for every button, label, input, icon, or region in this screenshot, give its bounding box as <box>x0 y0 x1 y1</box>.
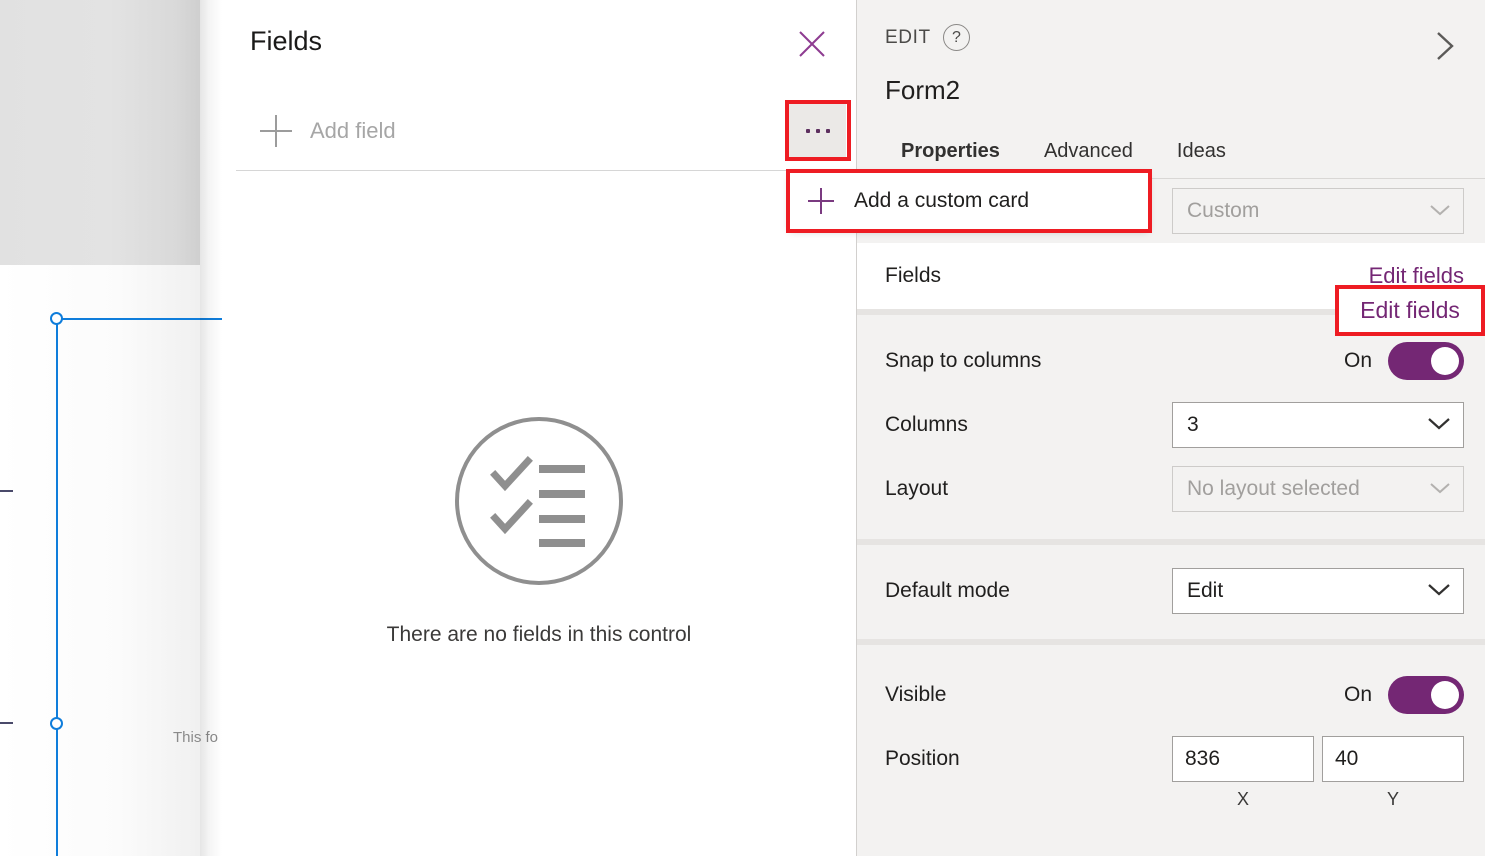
default-mode-dropdown[interactable]: Edit <box>1172 568 1464 614</box>
empty-state-message: There are no fields in this control <box>386 623 692 646</box>
ellipsis-icon <box>805 128 830 133</box>
add-field-button[interactable]: Add field <box>236 104 796 158</box>
close-icon[interactable] <box>790 22 834 66</box>
ruler-tick <box>0 490 13 492</box>
position-axis-labels: X Y <box>857 787 1485 810</box>
properties-panel: EDIT ? Form2 Properties Advanced Ideas D… <box>856 0 1485 856</box>
layout-label: Layout <box>885 477 949 500</box>
tab-properties[interactable]: Properties <box>879 140 1022 173</box>
fields-panel-title: Fields <box>250 26 323 56</box>
row-visible: Visible On <box>857 659 1485 731</box>
visible-state: On <box>1343 683 1372 706</box>
data-source-dropdown[interactable]: Custom <box>1172 188 1464 234</box>
tab-ideas[interactable]: Ideas <box>1155 140 1248 173</box>
row-snap-to-columns: Snap to columns On <box>857 329 1485 393</box>
columns-label: Columns <box>885 413 968 436</box>
fields-panel: Fields Add field There are no fields in … <box>222 0 1036 856</box>
row-default-mode: Default mode Edit <box>857 559 1485 623</box>
visible-label: Visible <box>885 683 947 706</box>
question-mark-icon[interactable]: ? <box>943 24 970 51</box>
position-x-axis-label: X <box>1236 789 1249 809</box>
snap-to-columns-toggle[interactable] <box>1388 342 1464 380</box>
position-x-input[interactable]: 836 <box>1172 736 1314 782</box>
canvas-surface <box>0 265 200 856</box>
app-root: This fo Fields Add field There are no fi… <box>0 0 1485 856</box>
position-y-axis-label: Y <box>1386 789 1399 809</box>
fields-label: Fields <box>885 264 942 287</box>
columns-dropdown[interactable]: 3 <box>1172 402 1464 448</box>
plus-icon <box>808 188 834 214</box>
plus-icon <box>260 114 294 148</box>
selection-outline-top <box>56 318 222 320</box>
data-source-value: Custom <box>1187 199 1260 222</box>
selection-outline-left <box>56 318 58 856</box>
page-title: Form2 <box>885 75 961 105</box>
checklist-circle-icon <box>455 417 623 585</box>
selection-handle-top-left[interactable] <box>50 312 63 325</box>
fields-empty-state: There are no fields in this control <box>222 415 856 647</box>
layout-dropdown[interactable]: No layout selected <box>1172 466 1464 512</box>
position-y-input[interactable]: 40 <box>1322 736 1464 782</box>
properties-panel-header: EDIT ? Form2 <box>857 0 1485 140</box>
columns-value: 3 <box>1187 413 1199 436</box>
section-columns: Snap to columns On Columns 3 Layout No l… <box>857 315 1485 545</box>
add-custom-card-menu: Add a custom card <box>790 173 1148 229</box>
row-position: Position 836 40 <box>857 731 1485 787</box>
position-y-value: 40 <box>1335 747 1359 770</box>
chevron-right-icon[interactable] <box>1423 24 1467 68</box>
selection-handle-middle-left[interactable] <box>50 717 63 730</box>
chevron-down-icon <box>1427 413 1451 437</box>
layout-value: No layout selected <box>1187 477 1360 500</box>
visible-toggle[interactable] <box>1388 676 1464 714</box>
section-mode: Default mode Edit <box>857 545 1485 645</box>
chevron-down-icon <box>1429 199 1451 223</box>
tab-advanced[interactable]: Advanced <box>1022 140 1155 173</box>
section-appearance: Visible On Position 836 40 X Y <box>857 645 1485 810</box>
ruler-tick <box>0 722 13 724</box>
help-glyph: ? <box>952 28 961 46</box>
default-mode-label: Default mode <box>885 579 1010 602</box>
row-layout: Layout No layout selected <box>857 457 1485 521</box>
toggle-knob <box>1431 681 1459 709</box>
row-columns: Columns 3 <box>857 393 1485 457</box>
position-label: Position <box>885 747 960 770</box>
add-field-label: Add field <box>310 118 396 143</box>
default-mode-value: Edit <box>1187 579 1224 602</box>
properties-tabs: Properties Advanced Ideas <box>879 140 1248 173</box>
snap-to-columns-state: On <box>1343 349 1372 372</box>
add-custom-card-menu-item[interactable]: Add a custom card <box>854 189 1029 213</box>
chevron-down-icon <box>1427 579 1451 603</box>
panel-shadow <box>200 0 222 856</box>
edit-fields-link[interactable]: Edit fields <box>1369 263 1464 289</box>
chevron-down-icon <box>1429 477 1451 501</box>
edit-eyebrow-label: EDIT <box>885 27 931 48</box>
app-canvas: This fo <box>0 0 222 856</box>
snap-to-columns-label: Snap to columns <box>885 349 1042 372</box>
toggle-knob <box>1431 347 1459 375</box>
canvas-header-band <box>0 0 200 265</box>
row-fields: Fields Edit fields <box>857 243 1485 309</box>
position-x-value: 836 <box>1185 747 1221 770</box>
fields-overflow-button[interactable] <box>789 104 846 157</box>
